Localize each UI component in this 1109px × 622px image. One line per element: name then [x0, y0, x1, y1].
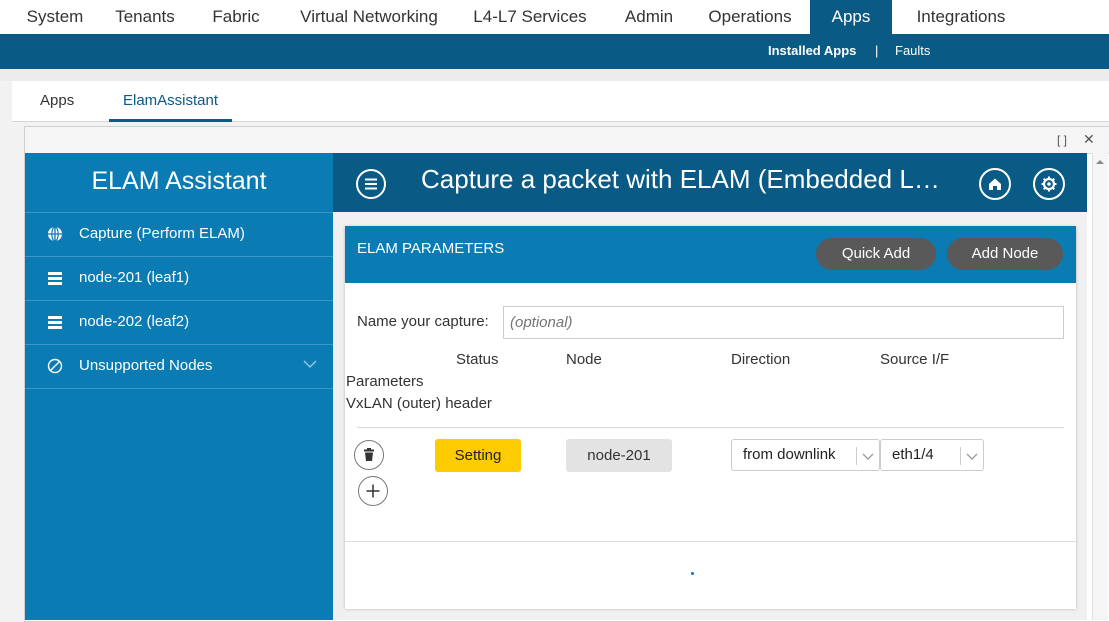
source-if-select-value: eth1/4 — [892, 446, 934, 463]
scroll-up-icon[interactable] — [1093, 155, 1107, 169]
nav-apps[interactable]: Apps — [810, 0, 892, 34]
nav-tenants[interactable]: Tenants — [104, 0, 186, 34]
nav-l4-l7-services[interactable]: L4-L7 Services — [460, 0, 600, 34]
nav-admin[interactable]: Admin — [612, 0, 686, 34]
sidebar-title: ELAM Assistant — [25, 153, 333, 213]
ban-icon — [47, 358, 63, 374]
node-column-header: Node — [566, 351, 602, 368]
hamburger-icon — [365, 178, 377, 190]
nav-integrations[interactable]: Integrations — [901, 0, 1021, 34]
direction-select-value: from downlink — [743, 446, 836, 463]
main-header: Capture a packet with ELAM (Embedded L… — [333, 153, 1087, 212]
row-divider — [357, 427, 1064, 428]
nav-operations[interactable]: Operations — [697, 0, 803, 34]
faults-link[interactable]: Faults — [895, 34, 930, 67]
close-icon[interactable]: ✕ — [1083, 131, 1095, 148]
nav-fabric[interactable]: Fabric — [196, 0, 276, 34]
select-divider — [856, 447, 857, 465]
delete-row-button[interactable] — [354, 440, 384, 470]
tab-apps[interactable]: Apps — [40, 81, 74, 119]
plus-icon — [366, 484, 380, 498]
sidebar-item-unsupported-nodes[interactable]: Unsupported Nodes — [25, 345, 333, 389]
spacer-band — [0, 69, 1109, 81]
frame-toolbar: [ ] ✕ — [25, 127, 1109, 154]
vxlan-outer-header-label: VxLAN (outer) header — [346, 395, 492, 412]
sidebar-item-capture[interactable]: Capture (Perform ELAM) — [25, 213, 333, 257]
direction-select[interactable]: from downlink — [731, 439, 880, 471]
select-divider — [960, 447, 961, 465]
settings-button[interactable] — [1033, 168, 1065, 200]
top-nav: System Tenants Fabric Virtual Networking… — [0, 0, 1109, 34]
chevron-down-icon — [966, 453, 978, 460]
status-column-header: Status — [456, 351, 499, 368]
status-badge[interactable]: Setting — [435, 439, 521, 472]
maximize-icon[interactable]: [ ] — [1057, 133, 1067, 147]
add-node-button[interactable]: Add Node — [947, 238, 1063, 270]
gear-icon — [1041, 176, 1057, 192]
card-footer — [345, 541, 1076, 609]
source-if-select[interactable]: eth1/4 — [880, 439, 984, 471]
loading-indicator — [691, 572, 694, 575]
sidebar-item-label: Capture (Perform ELAM) — [79, 225, 245, 242]
menu-button[interactable] — [356, 169, 386, 199]
sub-nav: Installed Apps | Faults — [0, 34, 1109, 69]
page-title: Capture a packet with ELAM (Embedded L… — [421, 164, 940, 194]
globe-icon — [48, 226, 62, 242]
sidebar-item-label: node-201 (leaf1) — [79, 269, 190, 286]
nav-system[interactable]: System — [14, 0, 96, 34]
trash-icon — [364, 448, 374, 461]
tab-elamassistant[interactable]: ElamAssistant — [109, 81, 233, 122]
parameters-column-header: Parameters — [346, 373, 424, 390]
chevron-down-icon[interactable] — [303, 357, 317, 371]
switch-icon — [48, 272, 62, 285]
switch-icon — [48, 316, 62, 329]
chevron-down-icon — [862, 453, 874, 460]
quick-add-button[interactable]: Quick Add — [816, 238, 936, 270]
scrollbar[interactable] — [1092, 153, 1108, 620]
card-title: ELAM PARAMETERS — [357, 240, 505, 257]
node-badge: node-201 — [566, 439, 672, 472]
sidebar-item-node-201[interactable]: node-201 (leaf1) — [25, 257, 333, 301]
direction-column-header: Direction — [731, 351, 791, 368]
app-tabs: Apps ElamAssistant — [12, 81, 1109, 122]
sidebar-item-label: node-202 (leaf2) — [79, 313, 190, 330]
sidebar: ELAM Assistant Capture (Perform ELAM) no… — [25, 153, 333, 620]
nav-virtual-networking[interactable]: Virtual Networking — [289, 0, 449, 34]
sub-nav-separator: | — [875, 43, 879, 58]
installed-apps-link[interactable]: Installed Apps — [768, 34, 856, 67]
home-button[interactable] — [979, 168, 1011, 200]
home-icon — [989, 178, 1001, 190]
sidebar-item-label: Unsupported Nodes — [79, 357, 213, 374]
source-if-column-header: Source I/F — [880, 351, 950, 368]
name-capture-label: Name your capture: — [357, 313, 489, 330]
card-header: ELAM PARAMETERS Quick Add Add Node — [345, 226, 1076, 283]
add-row-button[interactable] — [358, 476, 388, 506]
capture-name-input[interactable] — [503, 306, 1064, 339]
sidebar-item-node-202[interactable]: node-202 (leaf2) — [25, 301, 333, 345]
